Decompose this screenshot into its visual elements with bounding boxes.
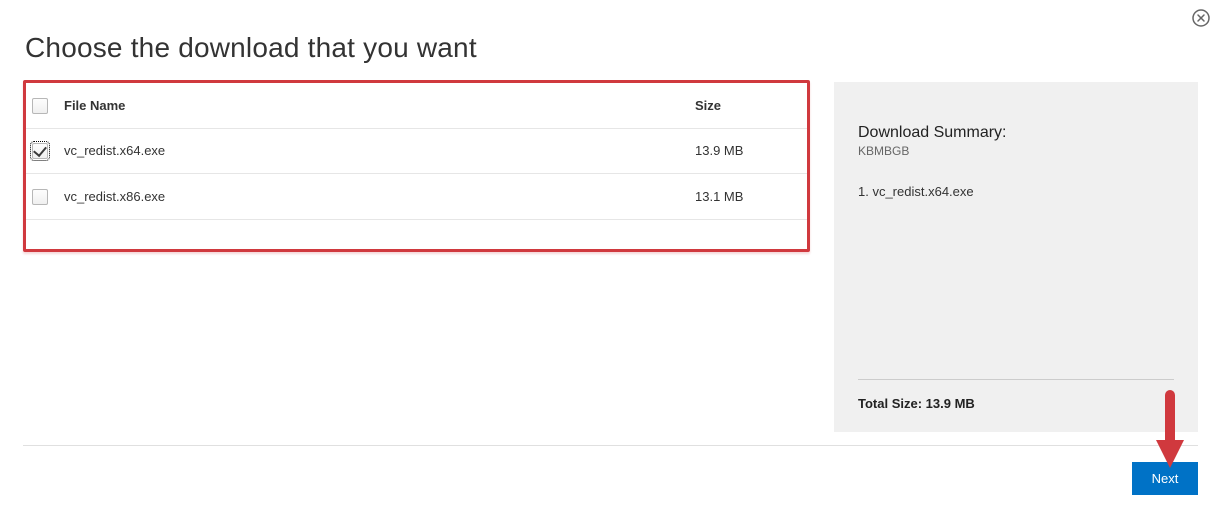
column-header-size: Size bbox=[687, 83, 807, 128]
next-button[interactable]: Next bbox=[1132, 462, 1198, 495]
summary-total: Total Size: 13.9 MB bbox=[858, 396, 1174, 411]
download-table-panel: File Name Size vc_redist.x64.exe 13.9 MB… bbox=[23, 80, 810, 252]
row-checkbox[interactable] bbox=[32, 189, 48, 205]
summary-title: Download Summary: bbox=[858, 124, 1174, 142]
select-all-checkbox[interactable] bbox=[32, 98, 48, 114]
file-name-cell: vc_redist.x64.exe bbox=[56, 128, 687, 174]
download-summary-panel: Download Summary: KBMBGB 1. vc_redist.x6… bbox=[834, 82, 1198, 432]
page-title: Choose the download that you want bbox=[0, 0, 1221, 64]
table-row: vc_redist.x64.exe 13.9 MB bbox=[26, 128, 807, 174]
close-icon[interactable] bbox=[1191, 8, 1211, 28]
file-name-cell: vc_redist.x86.exe bbox=[56, 174, 687, 220]
table-row: vc_redist.x86.exe 13.1 MB bbox=[26, 174, 807, 220]
summary-units: KBMBGB bbox=[858, 144, 1174, 158]
column-header-filename: File Name bbox=[56, 83, 687, 128]
file-size-cell: 13.1 MB bbox=[687, 174, 807, 220]
bottom-divider bbox=[23, 445, 1198, 446]
row-checkbox[interactable] bbox=[32, 143, 48, 159]
table-header-row: File Name Size bbox=[26, 83, 807, 128]
summary-list-item: 1. vc_redist.x64.exe bbox=[858, 184, 1174, 199]
download-table: File Name Size vc_redist.x64.exe 13.9 MB… bbox=[26, 83, 807, 220]
summary-divider bbox=[858, 379, 1174, 380]
file-size-cell: 13.9 MB bbox=[687, 128, 807, 174]
summary-list: 1. vc_redist.x64.exe bbox=[858, 184, 1174, 199]
